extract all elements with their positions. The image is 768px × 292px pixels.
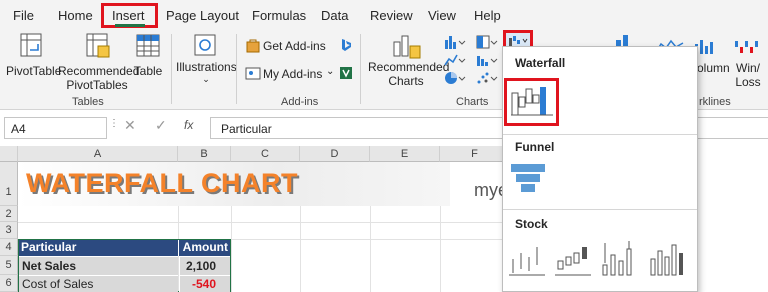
active-tab-underline (115, 24, 145, 27)
column-header-a[interactable]: A (18, 146, 178, 162)
chevron-down-icon: ⌄ (326, 66, 335, 77)
winloss-label: Win/ Loss (735, 61, 761, 89)
column-header-d[interactable]: D (300, 146, 370, 162)
store-icon (246, 39, 260, 53)
row-header-1[interactable]: 1 (0, 162, 18, 206)
recommended-charts-line1: Recommended (368, 60, 450, 74)
sheet-title: WATERFALL CHART (26, 168, 298, 198)
waterfall-icon (511, 87, 553, 116)
column-header-e[interactable]: E (370, 146, 440, 162)
recommended-charts-label: Recommended Charts (368, 60, 450, 88)
tab-data[interactable]: Data (321, 8, 348, 23)
waterfall-chart-dropdown: Waterfall Funnel Stock (502, 46, 698, 292)
pie-chart-icon[interactable] (444, 70, 468, 86)
gridline (18, 222, 502, 223)
tab-page-layout[interactable]: Page Layout (166, 8, 239, 23)
column-sparkline-label: olumn (697, 61, 730, 75)
tables-group-label: Tables (72, 96, 104, 108)
illustrations-icon (194, 34, 216, 56)
table-cell-amount[interactable]: 2,100 (179, 256, 230, 275)
recommended-pivottables-line2: PivotTables (66, 78, 128, 92)
winloss-line1: Win/ (736, 61, 760, 75)
recommended-pivottables-line1: Recommended (58, 64, 140, 78)
row-header-2[interactable]: 2 (0, 206, 18, 222)
scatter-chart-icon[interactable] (476, 70, 500, 86)
enter-icon[interactable]: ✓ (155, 117, 167, 134)
stock-volume-hlc-option[interactable] (601, 239, 641, 279)
pivottable-label: PivotTable (6, 64, 62, 78)
recommended-pivottables-label: Recommended PivotTables (58, 64, 140, 92)
column-header-c[interactable]: C (231, 146, 300, 162)
statistic-chart-icon[interactable] (476, 52, 500, 68)
chevron-down-icon: ⌄ (202, 74, 210, 84)
tab-home[interactable]: Home (58, 8, 93, 23)
row-header-3[interactable]: 3 (0, 222, 18, 239)
funnel-chart-option[interactable] (509, 161, 553, 197)
row-header-6[interactable]: 6 (0, 275, 18, 292)
hierarchy-chart-icon[interactable] (476, 34, 500, 50)
charts-group-label: Charts (456, 96, 489, 108)
formula-content: Particular (221, 122, 272, 136)
recommended-charts-icon (393, 35, 421, 59)
stock-hlc-option[interactable] (509, 239, 547, 279)
line-chart-icon[interactable] (444, 52, 468, 68)
table-cell-particular[interactable]: Net Sales (19, 256, 178, 275)
my-addins-label: My Add-ins (263, 67, 323, 81)
funnel-section-header: Funnel (515, 140, 555, 154)
table-label: Table (133, 64, 163, 78)
bing-icon[interactable] (338, 37, 354, 53)
stock-section-header: Stock (515, 217, 548, 231)
name-box-value: A4 (11, 122, 26, 136)
column-chart-icon[interactable] (444, 34, 468, 50)
winloss-line2: Loss (735, 75, 761, 89)
row-header-4[interactable]: 4 (0, 239, 18, 256)
tab-insert[interactable]: Insert (112, 8, 145, 23)
sparklines-group-label: rklines (699, 96, 731, 108)
my-addins-icon (245, 67, 261, 80)
pivottable-icon (20, 33, 42, 57)
stock-ohlc-option[interactable] (555, 239, 593, 279)
recommended-pivottables-icon (86, 33, 110, 58)
waterfall-option[interactable] (504, 78, 559, 126)
tab-review[interactable]: Review (370, 8, 413, 23)
tab-help[interactable]: Help (474, 8, 501, 23)
recommended-charts-line2: Charts (388, 74, 424, 88)
group-separator (236, 34, 237, 104)
column-header-b[interactable]: B (178, 146, 231, 162)
table-icon (136, 34, 160, 57)
dropdown-separator (503, 209, 697, 210)
cancel-icon[interactable]: ✕ (124, 117, 136, 134)
vertical-dots-icon: ⋮ (109, 118, 119, 129)
group-separator (360, 34, 361, 104)
table-header-amount[interactable]: Amount (178, 239, 231, 256)
tab-file[interactable]: File (13, 8, 34, 23)
dropdown-separator (503, 134, 697, 135)
tab-view[interactable]: View (428, 8, 456, 23)
addins-group-label: Add-ins (281, 96, 319, 108)
table-cell-particular[interactable]: Cost of Sales (19, 275, 178, 292)
name-box[interactable]: A4 (4, 117, 107, 139)
menu-bar: File Home Insert Page Layout Formulas Da… (0, 0, 768, 30)
get-addins-label: Get Add-ins (263, 39, 326, 53)
insert-function-icon[interactable]: fx (184, 118, 193, 132)
waterfall-section-header: Waterfall (515, 56, 566, 70)
select-all-corner[interactable] (0, 146, 18, 162)
visio-icon[interactable] (338, 65, 354, 81)
winloss-sparkline-icon[interactable] (734, 38, 762, 56)
tab-formulas[interactable]: Formulas (252, 8, 306, 23)
row-header-5[interactable]: 5 (0, 256, 18, 275)
stock-volume-ohlc-option[interactable] (649, 239, 689, 279)
table-cell-amount[interactable]: -540 (179, 275, 230, 292)
table-header-particular[interactable]: Particular (18, 239, 178, 256)
group-separator (171, 34, 172, 104)
column-header-f[interactable]: F (440, 146, 510, 162)
